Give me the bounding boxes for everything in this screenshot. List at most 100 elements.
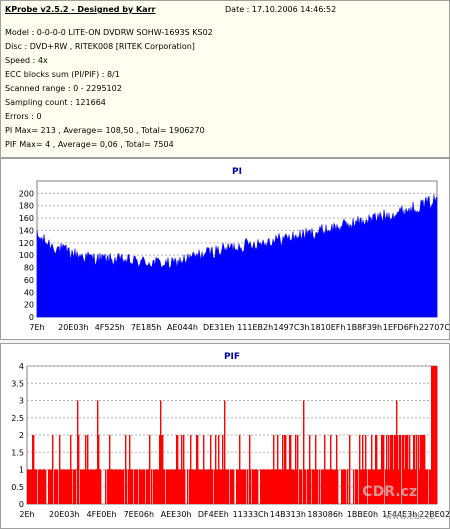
pif-bar [45, 469, 47, 504]
pif-bar [347, 469, 349, 504]
scan-date: Date : 17.10.2006 14:46:52 [225, 5, 337, 14]
pi-ytick-label: 20 [24, 301, 34, 310]
pi-ytick-label: 160 [19, 214, 34, 223]
pi-xtick-label: AE044h [167, 323, 198, 332]
pif-bar [52, 435, 54, 504]
pi-ytick-label: 120 [19, 239, 34, 248]
pif-bar [78, 435, 80, 504]
pif-bar [310, 469, 312, 504]
pi-ytick-label: 200 [19, 189, 34, 198]
pif-xtick-label: DF4EEh [198, 510, 229, 519]
pif-bar [228, 469, 230, 504]
pif-bar [357, 469, 359, 504]
watermark-logo: CDR.cz [362, 484, 417, 500]
pif-ytick-label: 3 [19, 397, 24, 406]
pif-bar [212, 469, 214, 504]
info-line-range: Scanned range : 0 - 2295102 [5, 84, 122, 93]
pif-bar [233, 469, 235, 504]
pif-ytick-label: 2 [19, 431, 24, 440]
pif-bar [151, 469, 153, 504]
pif-xtick-label: 1BBE0h [347, 510, 378, 519]
app-title: KProbe v2.5.2 - Designed by Karr [5, 5, 156, 14]
pi-xtick-label: 1EFD6Fh [383, 323, 419, 332]
pif-bar [257, 469, 259, 504]
pif-bar [250, 469, 252, 504]
info-line-pi-stats: PI Max= 213 , Average= 108,50 , Total= 1… [5, 126, 205, 135]
pi-xtick-label: 20E03h [58, 323, 88, 332]
info-line-disc: Disc : DVD+RW , RITEK008 [RITEK Corporat… [5, 42, 195, 51]
pif-bar [319, 469, 321, 504]
pif-chart-panel: PIF 0 0.5 1 1.5 2 2.5 3 3.5 4 2Eh 20E03h 4FE0Eh 7EE06… [0, 343, 450, 529]
pif-ytick-label: 1.5 [11, 448, 24, 457]
pif-bar [345, 469, 347, 504]
pif-bar [187, 469, 189, 504]
pif-bar [144, 469, 146, 504]
pif-bar [123, 469, 125, 504]
pif-ytick-label: 4 [19, 362, 24, 371]
pif-bar [301, 469, 303, 504]
pi-chart: PI 0 20 40 60 80 100 120 140 160 180 200 7Eh 20E03h 4F… [19, 167, 449, 332]
pif-bar [36, 469, 38, 504]
pif-bar [349, 435, 351, 504]
pif-bar [427, 469, 429, 504]
pif-chart: PIF 0 0.5 1 1.5 2 2.5 3 3.5 4 2Eh 20E03h 4FE0Eh 7EE06… [11, 352, 449, 519]
pif-bar [353, 469, 355, 504]
pif-bar [337, 469, 339, 504]
pi-xtick-label: 111EB2h [237, 323, 273, 332]
pi-ytick-label: 40 [24, 288, 34, 297]
pif-xtick-label: 14B313h [270, 510, 306, 519]
pif-bar [149, 435, 151, 504]
pi-xtick-label: 1B8F39h [347, 323, 383, 332]
info-line-errors: Errors : 0 [5, 112, 42, 121]
pi-xtick-label: 7E185h [131, 323, 161, 332]
pi-xtick-label: 4F525h [95, 323, 125, 332]
pif-xtick-label: 7EE06h [124, 510, 154, 519]
pif-chart-title: PIF [224, 352, 240, 362]
pif-xtick-label: 4FE0Eh [87, 510, 117, 519]
pif-ytick-label: 2.5 [11, 414, 24, 423]
pif-ytick-label: 0 [19, 500, 24, 509]
pi-chart-title: PI [232, 167, 242, 177]
pif-bar [297, 435, 299, 504]
pif-xtick-label: AEE30h [161, 510, 192, 519]
pi-ytick-label: 80 [24, 264, 34, 273]
pif-ytick-label: 1 [19, 466, 24, 475]
pif-bar [71, 469, 73, 504]
info-line-speed: Speed : 4x [5, 56, 48, 65]
pi-ytick-label: 60 [24, 276, 34, 285]
pi-xtick-label: 7Eh [29, 323, 44, 332]
pi-xtick-label: 22707Ch [419, 323, 449, 332]
pif-bar [436, 366, 438, 504]
pif-bar [126, 469, 128, 504]
pif-ytick-label: 0.5 [11, 483, 24, 492]
pif-bar [75, 469, 77, 504]
info-panel: KProbe v2.5.2 - Designed by Karr Date : … [0, 0, 450, 158]
pif-xtick-label: 2Eh [19, 510, 34, 519]
pif-bar [184, 469, 186, 504]
pif-bar [57, 469, 59, 504]
pif-xtick-label: 20E03h [49, 510, 79, 519]
watermark-url: www.cdr.cz [384, 512, 435, 522]
pif-bar [305, 469, 307, 504]
pif-bar [245, 469, 247, 504]
info-line-pif-stats: PIF Max= 4 , Average= 0,06 , Total= 7504 [5, 140, 174, 149]
pif-bar [132, 469, 134, 504]
pi-ytick-label: 180 [19, 202, 34, 211]
pif-bar [105, 469, 107, 504]
pif-ytick-label: 3.5 [11, 379, 24, 388]
pi-chart-panel: PI 0 20 40 60 80 100 120 140 160 180 200 7Eh 20E03h 4F… [0, 158, 450, 340]
pif-bar [317, 469, 319, 504]
pi-ytick-label: 0 [29, 313, 34, 322]
info-line-ecc: ECC blocks sum (PI/PIF) : 8/1 [5, 70, 120, 79]
info-line-sampling: Sampling count : 121664 [5, 98, 106, 107]
pi-xtick-label: DE31Eh [203, 323, 235, 332]
pif-xtick-label: 11333Ch [233, 510, 269, 519]
pi-ytick-label: 140 [19, 226, 34, 235]
info-line-model: Model : 0-0-0-0 LITE-ON DVDRW SOHW-1693S… [5, 28, 213, 37]
pif-bar [164, 469, 166, 504]
pif-xtick-label: 183086h [307, 510, 343, 519]
pi-ytick-label: 100 [19, 251, 34, 260]
pi-xtick-label: 1497C3h [273, 323, 309, 332]
pif-bar [247, 469, 249, 504]
pif-bar [100, 469, 102, 504]
